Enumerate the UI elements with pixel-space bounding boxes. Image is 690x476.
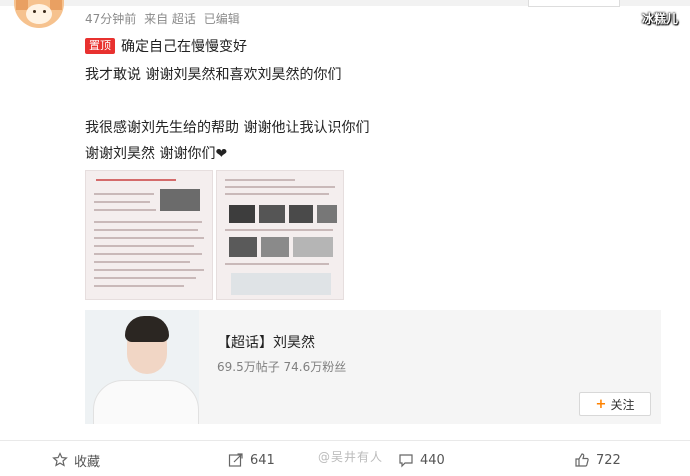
doc-photo — [293, 237, 333, 257]
doc-line — [94, 237, 204, 239]
repost-count: 641 — [250, 452, 275, 468]
topic-title[interactable]: 【超话】刘昊然 — [217, 332, 315, 352]
watermark-bottom: @吴井有人 — [318, 450, 384, 464]
post-line-2: 我才敢说 谢谢刘昊然和喜欢刘昊然的你们 — [85, 67, 342, 83]
doc-line — [94, 253, 202, 255]
like-button[interactable]: 722 — [574, 448, 621, 472]
doc-line — [94, 285, 184, 287]
doc-photo — [289, 205, 313, 223]
comment-count: 440 — [420, 452, 445, 468]
avatar[interactable] — [14, 0, 64, 28]
like-count: 722 — [596, 452, 621, 468]
doc-line — [94, 193, 154, 195]
doc-line — [94, 229, 198, 231]
watermark-top: 冰糕儿 — [641, 12, 678, 26]
favorite-button[interactable]: 收藏 — [52, 448, 100, 472]
avatar-shirt — [93, 380, 199, 424]
avatar-ear-right — [50, 0, 62, 10]
post-line-4: 谢谢刘昊然 谢谢你们❤ — [85, 146, 228, 162]
post-source[interactable]: 来自 超话 — [144, 12, 196, 26]
doc-line — [225, 179, 295, 181]
avatar-eye-right — [43, 10, 46, 13]
doc-line — [94, 209, 156, 211]
pinned-line: 置顶 确定自己在慢慢变好 — [85, 36, 247, 56]
avatar-face — [26, 4, 52, 24]
doc-heading — [96, 179, 176, 181]
doc-line — [225, 263, 329, 265]
pinned-badge: 置顶 — [85, 38, 115, 54]
post-image-1[interactable] — [85, 170, 213, 300]
doc-line — [94, 261, 190, 263]
favorite-label: 收藏 — [74, 454, 101, 470]
doc-photo — [261, 237, 289, 257]
topic-stats: 69.5万帖子 74.6万粉丝 — [217, 360, 347, 374]
super-topic-card[interactable]: 【超话】刘昊然 69.5万帖子 74.6万粉丝 + 关注 — [85, 310, 661, 424]
post-edited[interactable]: 已编辑 — [204, 12, 240, 26]
doc-line — [94, 221, 202, 223]
doc-line — [225, 229, 333, 231]
doc-photo — [229, 205, 255, 223]
doc-line — [94, 277, 196, 279]
top-right-button-edge[interactable] — [528, 0, 620, 7]
thumbs-up-icon — [575, 453, 589, 467]
avatar-ear-left — [16, 0, 28, 10]
doc-line — [94, 201, 150, 203]
repost-button[interactable]: 641 — [228, 448, 275, 472]
doc-line — [94, 269, 204, 271]
comment-icon — [399, 454, 413, 468]
doc-line — [225, 186, 335, 188]
doc-photo — [231, 273, 331, 295]
doc-photo — [160, 189, 200, 211]
doc-photo — [317, 205, 337, 223]
doc-line — [225, 193, 329, 195]
topic-avatar — [85, 310, 199, 424]
post-image-2[interactable] — [216, 170, 344, 300]
divider — [0, 440, 690, 441]
repost-icon — [228, 453, 243, 467]
doc-photo — [229, 237, 257, 257]
star-icon — [52, 452, 68, 467]
follow-label: 关注 — [610, 397, 635, 412]
doc-line — [94, 245, 194, 247]
plus-icon: + — [595, 396, 607, 412]
post-meta: 47分钟前 来自 超话 已编辑 — [85, 10, 244, 27]
avatar-eye-left — [33, 10, 36, 13]
post-line-3: 我很感谢刘先生给的帮助 谢谢他让我认识你们 — [85, 120, 370, 136]
post-line-1: 确定自己在慢慢变好 — [121, 39, 247, 55]
comment-button[interactable]: 440 — [398, 448, 445, 472]
follow-button[interactable]: + 关注 — [579, 392, 651, 416]
doc-photo — [259, 205, 285, 223]
avatar-hair — [125, 316, 169, 342]
post-time: 47分钟前 — [85, 12, 137, 26]
